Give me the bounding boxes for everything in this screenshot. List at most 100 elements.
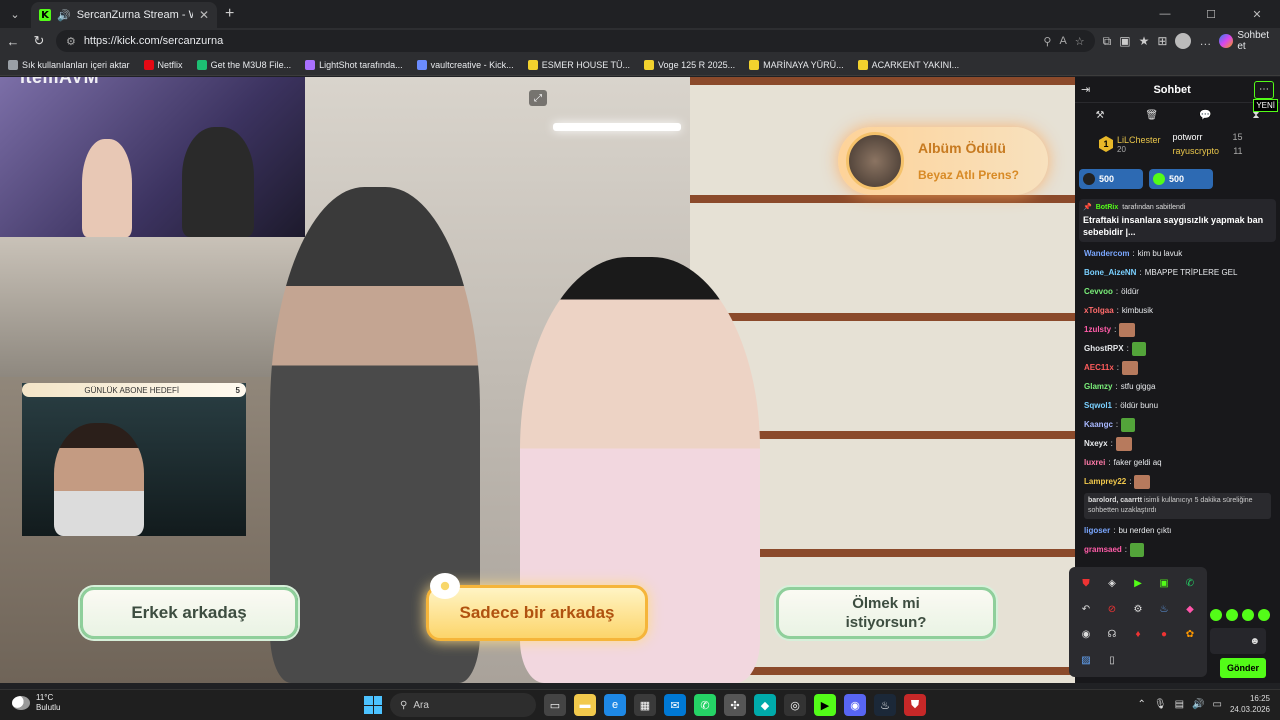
bookmark-item[interactable]: Get the M3U8 File... (196, 59, 291, 70)
url-text[interactable]: https://kick.com/sercanzurna (84, 35, 1036, 47)
chat-input[interactable]: ☻ (1210, 628, 1266, 654)
battery-icon[interactable]: ▭ (1213, 699, 1222, 710)
tab-active[interactable]: K 🔊 SercanZurna Stream - Watch ✕ (31, 2, 217, 28)
clipboard-icon[interactable]: ▯ (1099, 648, 1125, 674)
paint-icon[interactable]: ◆ (1177, 597, 1203, 623)
chat-username[interactable]: Sqwol1 (1084, 401, 1112, 410)
palette-icon[interactable]: ✿ (1177, 622, 1203, 648)
store-icon[interactable]: ▦ (634, 694, 656, 716)
whatsapp-icon[interactable]: ✆ (694, 694, 716, 716)
chat-username[interactable]: GhostRPX (1084, 344, 1124, 353)
tab-close-icon[interactable]: ✕ (199, 8, 209, 22)
chat-message[interactable]: ligoser: bu nerden çıktı (1084, 521, 1271, 540)
whatsapp-icon[interactable]: ✆ (1177, 571, 1203, 597)
profile-avatar[interactable] (1175, 33, 1192, 49)
chat-message[interactable]: Cevvoo: öldür (1084, 282, 1271, 301)
app-icon[interactable]: ◎ (784, 694, 806, 716)
chat-message[interactable]: Sqwol1: öldür bunu (1084, 396, 1271, 415)
chat-more-button[interactable]: ⋯ (1254, 80, 1274, 99)
steam-icon[interactable]: ♨ (1151, 597, 1177, 623)
chat-username[interactable]: Lamprey22 (1084, 477, 1126, 486)
chat-username[interactable]: AEC11x (1084, 363, 1114, 372)
pin-tool-icon[interactable]: ⚒ (1095, 110, 1104, 121)
chat-username[interactable]: 1zulsty (1084, 325, 1111, 334)
chat-message[interactable]: xTolgaa: kimbusik (1084, 301, 1271, 320)
shield-app-icon[interactable]: ⛊ (904, 694, 926, 716)
chat-message[interactable]: Kaangc: (1084, 415, 1271, 434)
steam-icon[interactable]: ♨ (874, 694, 896, 716)
site-info-icon[interactable]: ⚙ (66, 35, 76, 48)
play-icon[interactable]: ▶ (1125, 571, 1151, 597)
file-explorer-icon[interactable]: ▬ (574, 694, 596, 716)
chat-message[interactable]: Nxeyx: (1084, 434, 1271, 453)
start-button[interactable] (364, 696, 382, 714)
omnibox[interactable]: ⚙ https://kick.com/sercanzurna ⚲ A ☆ (55, 30, 1095, 52)
bookmark-item[interactable]: Sık kullanılanları içeri aktar (8, 59, 130, 70)
chat-message[interactable]: Glamzy: stfu gigga (1084, 377, 1271, 396)
edge-icon[interactable]: e (604, 694, 626, 716)
chat-username[interactable]: Kaangc (1084, 420, 1113, 429)
chat-username[interactable]: Bone_AizeNN (1084, 268, 1136, 277)
headset-icon[interactable]: ☊ (1099, 622, 1125, 648)
bookmark-item[interactable]: ACARKENT YAKINI... (857, 59, 959, 70)
new-tab-button[interactable]: + (225, 5, 234, 23)
chat-username[interactable]: ligoser (1084, 526, 1110, 535)
tray-overflow-icon[interactable]: ⌃ (1138, 699, 1146, 710)
bookmark-item[interactable]: Voge 125 R 2025... (644, 59, 735, 70)
theater-mode-icon[interactable]: ⤢ (529, 90, 547, 106)
chat-message[interactable]: GhostRPX: (1084, 339, 1271, 358)
chat-message[interactable]: 1zulsty: (1084, 320, 1271, 339)
chat-message[interactable]: luxrei: faker geldi aq (1084, 453, 1271, 472)
discord-icon[interactable]: ◉ (844, 694, 866, 716)
speaker-icon[interactable]: 🔊 (57, 9, 71, 22)
network-icon[interactable]: ▤ (1175, 699, 1184, 710)
app-icon[interactable]: ◆ (754, 694, 776, 716)
emote-icon[interactable] (1226, 609, 1238, 621)
chat-username[interactable]: Nxeyx (1084, 439, 1108, 448)
block-icon[interactable]: ⊘ (1099, 597, 1125, 623)
hat-icon[interactable]: ◈ (1099, 571, 1125, 597)
chat-message[interactable]: AEC11x: (1084, 358, 1271, 377)
points-pill[interactable]: 500 (1149, 169, 1213, 189)
chat-message[interactable]: gramsaed: (1084, 540, 1271, 559)
split-screen-icon[interactable]: ▣ (1119, 34, 1130, 48)
bookmark-item[interactable]: MARİNAYA YÜRÜ... (749, 59, 844, 70)
clock[interactable]: 16:25 24.03.2026 (1230, 693, 1270, 715)
back-button[interactable]: ← (0, 34, 26, 49)
emoji-picker-icon[interactable]: ☻ (1249, 636, 1260, 647)
bookmark-item[interactable]: LightShot tarafında... (305, 59, 403, 70)
back-icon[interactable]: ↶ (1073, 597, 1099, 623)
chat-message[interactable]: Wandercom: kim bu lavuk (1084, 244, 1271, 263)
leader-row[interactable]: rayuscrypto 11 (1173, 146, 1243, 156)
weather-widget[interactable]: 11°C Bulutlu (12, 693, 60, 713)
chat-username[interactable]: xTolgaa (1084, 306, 1114, 315)
chrome-icon[interactable]: ◉ (1073, 622, 1099, 648)
trash-icon[interactable]: 🗑 (1145, 110, 1158, 121)
emote-icon[interactable] (1258, 609, 1270, 621)
mic-icon[interactable]: 🎙 (1154, 699, 1167, 710)
chat-message[interactable]: Bone_AizeNN: MBAPPE TRİPLERE GEL (1084, 263, 1271, 282)
collections-icon[interactable]: ⊞ (1157, 34, 1167, 48)
kick-app-icon[interactable]: ▶ (814, 694, 836, 716)
chat-username[interactable]: Glamzy (1084, 382, 1112, 391)
favorites-icon[interactable]: ★ (1139, 34, 1150, 48)
chat-bubble-icon[interactable]: 💬 (1199, 110, 1211, 121)
favorite-star-icon[interactable]: ☆ (1075, 35, 1085, 48)
top-gifter[interactable]: 1 LiLChester 20 (1099, 135, 1161, 154)
send-button[interactable]: Gönder (1220, 658, 1266, 678)
task-view-icon[interactable]: ▭ (544, 694, 566, 716)
emote-icon[interactable] (1210, 609, 1222, 621)
reload-button[interactable]: ↻ (26, 33, 52, 49)
chat-username[interactable]: Wandercom (1084, 249, 1130, 258)
taskbar-search[interactable]: ⚲ Ara (390, 693, 536, 717)
chat-username[interactable]: gramsaed (1084, 545, 1122, 554)
shield-icon[interactable]: ⛊ (1073, 571, 1099, 597)
bookmark-item[interactable]: ESMER HOUSE TÜ... (527, 59, 630, 70)
mic-icon[interactable]: ♦ (1125, 622, 1151, 648)
photo-icon[interactable]: ▨ (1073, 648, 1099, 674)
bookmark-item[interactable]: vaultcreative - Kick... (416, 59, 514, 70)
leader-row[interactable]: potworr 15 (1173, 132, 1243, 142)
chat-username[interactable]: luxrei (1084, 458, 1105, 467)
bookmark-item[interactable]: Netflix (143, 59, 183, 70)
record-icon[interactable]: ● (1151, 622, 1177, 648)
